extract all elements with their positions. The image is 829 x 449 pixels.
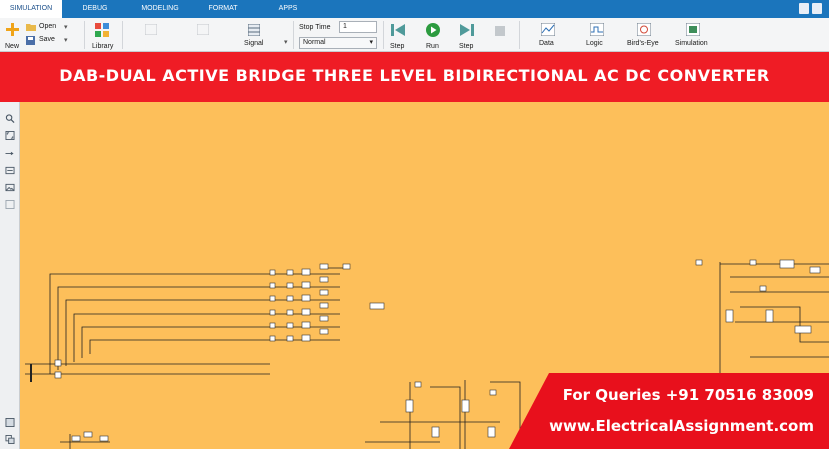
- stop-time-label: Stop Time: [299, 24, 331, 31]
- step-forward-icon: [460, 24, 474, 36]
- tab-modeling[interactable]: MODELING: [134, 0, 186, 18]
- logic-analyzer-icon: [590, 23, 604, 36]
- canvas-palette: [0, 102, 20, 449]
- save-button[interactable]: Save ▾: [26, 35, 74, 47]
- chevron-down-icon: ▾: [369, 39, 373, 46]
- logic-analyzer-button[interactable]: Logic: [583, 18, 611, 52]
- library-button[interactable]: Library: [89, 18, 117, 52]
- data-label: Data: [539, 40, 554, 47]
- banner-title: DAB-DUAL ACTIVE BRIDGE THREE LEVEL BIDIR…: [59, 66, 770, 85]
- run-button[interactable]: Run: [423, 18, 443, 52]
- step-back-button[interactable]: Step: [388, 18, 408, 52]
- open-dropdown-icon[interactable]: ▾: [64, 23, 68, 31]
- add-viewer-button: [192, 18, 214, 52]
- image-icon[interactable]: [5, 183, 15, 192]
- library-label: Library: [92, 43, 114, 50]
- tab-apps[interactable]: APPS: [266, 0, 310, 18]
- folder-icon: [26, 24, 36, 31]
- simulation-manager-icon: [686, 23, 700, 36]
- open-button[interactable]: Open ▾: [26, 22, 74, 34]
- signal-table-icon: [248, 24, 260, 36]
- contact-queries: For Queries +91 70516 83009: [562, 386, 814, 404]
- stop-icon: [495, 26, 505, 36]
- annotation-icon[interactable]: [5, 166, 15, 175]
- library-icon: [95, 23, 109, 37]
- separator: [84, 21, 85, 49]
- new-label: New: [5, 43, 20, 50]
- separator: [122, 21, 123, 49]
- new-button[interactable]: New: [2, 18, 22, 52]
- step-back-label: Step: [390, 43, 405, 50]
- step-back-icon: [391, 24, 405, 36]
- simulation-manager-button[interactable]: Simulation: [673, 18, 713, 52]
- separator: [383, 21, 384, 49]
- signal-dropdown-icon[interactable]: ▾: [284, 38, 288, 46]
- toolstrip: New Open ▾ Save ▾ Library Signal ▾ Stop …: [0, 18, 829, 52]
- open-label: Open: [39, 23, 57, 30]
- run-label: Run: [426, 43, 439, 50]
- play-icon: [426, 23, 440, 37]
- signal-label: Signal: [244, 40, 264, 47]
- fit-to-view-icon[interactable]: [5, 131, 15, 140]
- layers-icon[interactable]: [5, 435, 15, 444]
- tab-format[interactable]: FORMAT: [200, 0, 246, 18]
- area-icon[interactable]: [5, 200, 15, 209]
- birds-eye-label: Bird's-Eye: [627, 40, 659, 47]
- separator: [293, 21, 294, 49]
- undo-icon[interactable]: [812, 3, 822, 14]
- logic-label: Logic: [586, 40, 603, 47]
- arrow-right-icon[interactable]: [5, 149, 15, 158]
- window-controls: [799, 3, 823, 15]
- contact-website: www.ElectricalAssignment.com: [549, 417, 814, 435]
- simulation-mode-select[interactable]: Normal ▾: [299, 37, 377, 49]
- step-forward-label: Step: [459, 43, 474, 50]
- step-forward-button[interactable]: Step: [457, 18, 477, 52]
- save-icon: [26, 36, 35, 45]
- tab-simulation[interactable]: SIMULATION: [0, 0, 62, 18]
- model-browser-icon[interactable]: [5, 418, 15, 427]
- viewer-icon: [197, 24, 209, 35]
- ribbon-tab-bar: SIMULATION DEBUG MODELING FORMAT APPS: [0, 0, 829, 18]
- title-banner: DAB-DUAL ACTIVE BRIDGE THREE LEVEL BIDIR…: [0, 52, 829, 102]
- simulation-mode-value: Normal: [303, 39, 326, 46]
- tab-debug[interactable]: DEBUG: [72, 0, 118, 18]
- save-dropdown-icon[interactable]: ▾: [64, 36, 68, 44]
- log-signals-button: [140, 18, 162, 52]
- save-label: Save: [39, 36, 55, 43]
- simulation-label: Simulation: [675, 40, 708, 47]
- contact-overlay: For Queries +91 70516 83009 www.Electric…: [509, 373, 829, 449]
- data-inspector-button[interactable]: Data: [535, 18, 561, 52]
- plus-icon: [6, 23, 19, 36]
- separator: [519, 21, 520, 49]
- quick-save-icon[interactable]: [799, 3, 809, 14]
- birds-eye-icon: [637, 23, 651, 36]
- stop-time-input[interactable]: 1: [339, 21, 377, 33]
- signal-table-button[interactable]: Signal: [240, 18, 268, 52]
- log-icon: [145, 24, 157, 35]
- birds-eye-button[interactable]: Bird's-Eye: [625, 18, 663, 52]
- zoom-icon[interactable]: [5, 114, 15, 123]
- data-inspector-icon: [541, 23, 555, 36]
- stop-button: [490, 18, 510, 52]
